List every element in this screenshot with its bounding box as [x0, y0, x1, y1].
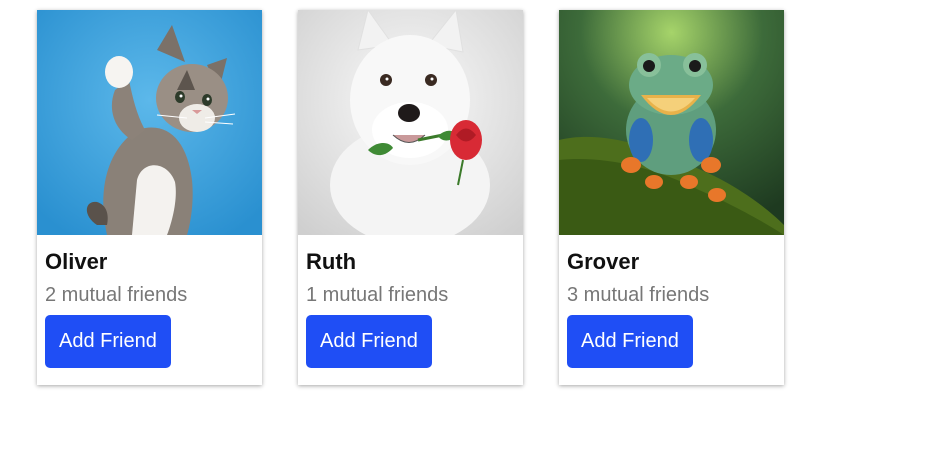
- dog-photo: [298, 10, 523, 235]
- add-friend-button[interactable]: Add Friend: [306, 315, 432, 368]
- friend-card-ruth: Ruth 1 mutual friends Add Friend: [298, 10, 523, 385]
- add-friend-button[interactable]: Add Friend: [45, 315, 171, 368]
- cat-photo: [37, 10, 262, 235]
- friend-info: Ruth 1 mutual friends Add Friend: [298, 235, 523, 368]
- friend-card-oliver: Oliver 2 mutual friends Add Friend: [37, 10, 262, 385]
- frog-photo: [559, 10, 784, 235]
- mutual-friends-count: 3 mutual friends: [567, 284, 710, 306]
- friend-suggestions-list: Oliver 2 mutual friends Add Friend Ruth …: [37, 10, 784, 385]
- friend-name: Grover: [567, 249, 640, 274]
- mutual-friends-count: 1 mutual friends: [306, 284, 449, 306]
- friend-name: Oliver: [45, 249, 108, 274]
- mutual-friends-count: 2 mutual friends: [45, 284, 188, 306]
- add-friend-button[interactable]: Add Friend: [567, 315, 693, 368]
- friend-card-grover: Grover 3 mutual friends Add Friend: [559, 10, 784, 385]
- friend-name: Ruth: [306, 249, 357, 274]
- friend-info: Oliver 2 mutual friends Add Friend: [37, 235, 262, 368]
- friend-info: Grover 3 mutual friends Add Friend: [559, 235, 784, 368]
